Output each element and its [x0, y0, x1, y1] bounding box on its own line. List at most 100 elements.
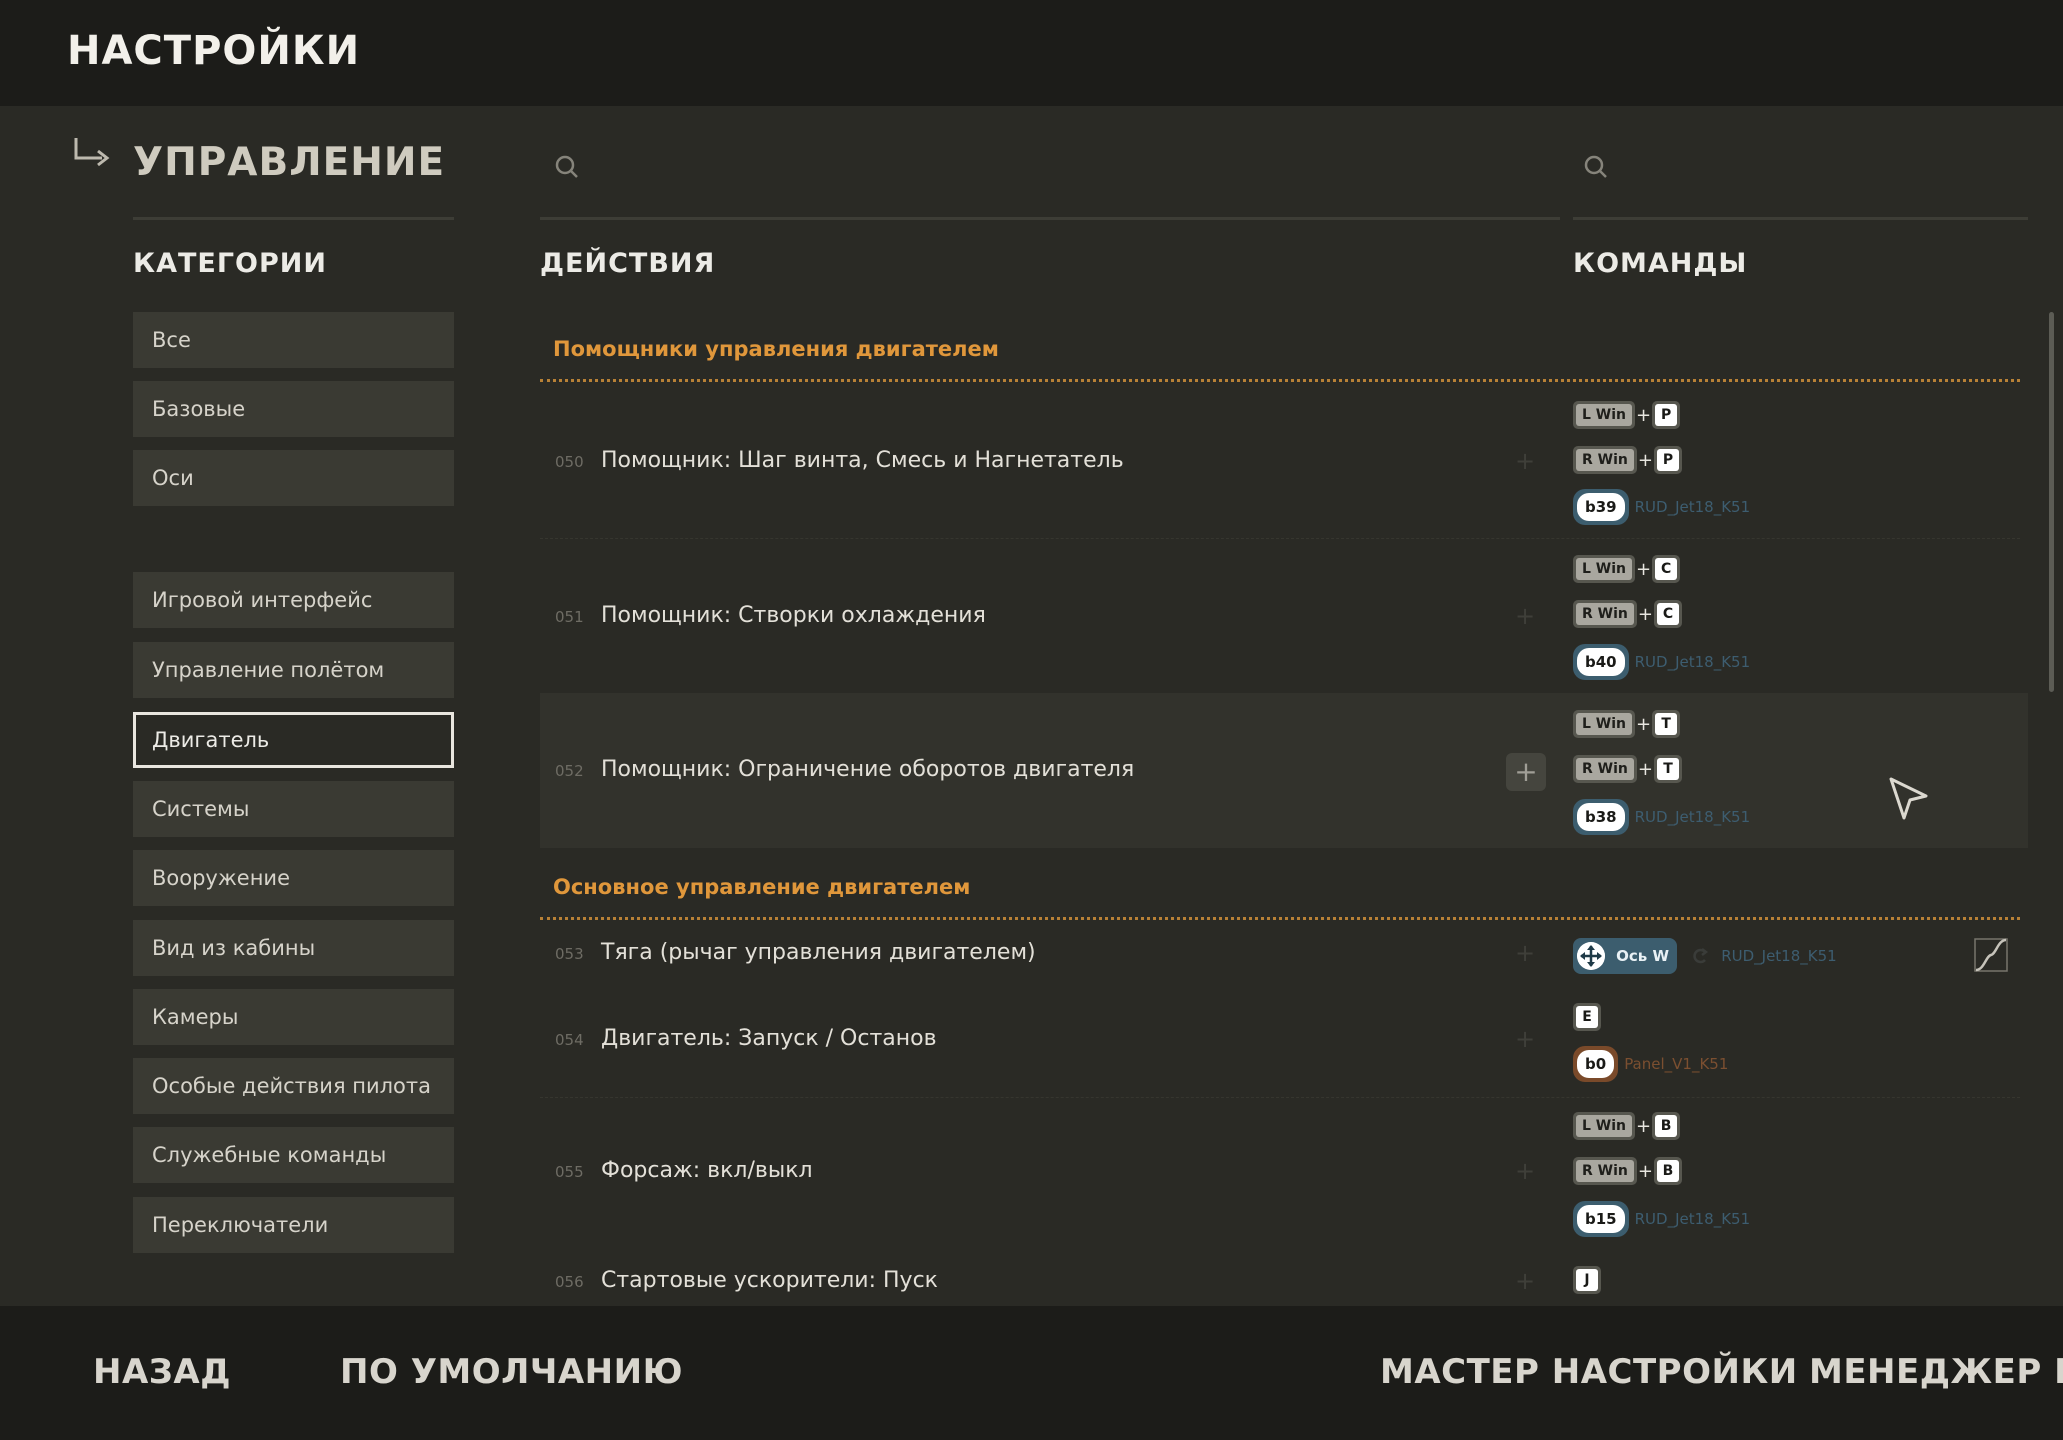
key-modifier: L Win	[1573, 1112, 1636, 1140]
category-switches[interactable]: Переключатели	[133, 1197, 454, 1253]
category-cockpit-view[interactable]: Вид из кабины	[133, 920, 454, 976]
key-plus: +	[1637, 603, 1653, 625]
setup-wizard-button[interactable]: МАСТЕР НАСТРОЙКИ	[1380, 1352, 1798, 1392]
joystick-button: b15	[1573, 1201, 1629, 1237]
subsection-arrow-icon	[74, 138, 110, 167]
action-name: Помощник: Шаг винта, Смесь и Нагнетатель	[601, 448, 1124, 473]
action-row[interactable]: 050 Помощник: Шаг винта, Смесь и Нагнета…	[555, 448, 1555, 478]
action-number: 054	[555, 1031, 584, 1049]
binding-joystick[interactable]: b0 Panel_V1_K51	[1573, 1046, 1728, 1082]
binding-joystick[interactable]: b39 RUD_Jet18_K51	[1573, 489, 1750, 525]
binding-keyboard[interactable]: L Win + T	[1573, 710, 1681, 744]
scrollbar[interactable]	[2049, 312, 2054, 692]
page-title: НАСТРОЙКИ	[67, 28, 361, 74]
commands-search-underline	[1573, 217, 2028, 220]
key: T	[1652, 710, 1681, 738]
commands-search-input[interactable]	[1619, 150, 2013, 188]
group-title-engine-main: Основное управление двигателем	[553, 875, 971, 899]
joystick-button: b40	[1573, 644, 1629, 680]
action-row[interactable]: 054 Двигатель: Запуск / Останов	[555, 1026, 1555, 1056]
binding-keyboard[interactable]: R Win + C	[1573, 600, 1682, 634]
key-modifier: R Win	[1573, 1157, 1637, 1185]
action-number: 050	[555, 453, 584, 471]
key: B	[1652, 1112, 1681, 1140]
action-row[interactable]: 052 Помощник: Ограничение оборотов двига…	[555, 757, 1555, 787]
commands-search-field[interactable]	[1573, 140, 2028, 217]
key-plus: +	[1637, 449, 1653, 471]
actions-search-input[interactable]	[590, 150, 1534, 188]
action-name: Стартовые ускорители: Пуск	[601, 1268, 938, 1293]
key-modifier: R Win	[1573, 755, 1637, 783]
binding-keyboard[interactable]: R Win + B	[1573, 1157, 1682, 1191]
key: P	[1653, 446, 1682, 474]
category-game-interface[interactable]: Игровой интерфейс	[133, 572, 454, 628]
top-bar: НАСТРОЙКИ	[0, 0, 2063, 106]
key-modifier: L Win	[1573, 710, 1636, 738]
back-button[interactable]: НАЗАД	[93, 1352, 231, 1392]
binding-keyboard[interactable]: R Win + T	[1573, 755, 1682, 789]
add-binding-button[interactable]: +	[1515, 1157, 1535, 1185]
category-engine[interactable]: Двигатель	[133, 712, 454, 768]
action-row[interactable]: 053 Тяга (рычаг управления двигателем)	[555, 940, 1555, 970]
category-axes[interactable]: Оси	[133, 450, 454, 506]
section-underline	[133, 217, 454, 220]
group-divider	[540, 379, 2020, 382]
action-number: 052	[555, 762, 584, 780]
binding-joystick[interactable]: b15 RUD_Jet18_K51	[1573, 1201, 1751, 1237]
device-name: RUD_Jet18_K51	[1634, 653, 1751, 671]
action-row[interactable]: 056 Стартовые ускорители: Пуск	[555, 1268, 1555, 1298]
reset-default-button[interactable]: ПО УМОЛЧАНИЮ	[340, 1352, 683, 1392]
binding-keyboard[interactable]: L Win + P	[1573, 401, 1681, 435]
row-separator	[540, 1097, 2020, 1098]
binding-keyboard[interactable]: L Win + C	[1573, 555, 1681, 589]
profile-manager-button[interactable]: МЕНЕДЖЕР ПР	[1809, 1352, 2063, 1392]
actions-header: ДЕЙСТВИЯ	[540, 248, 716, 279]
action-row[interactable]: 055 Форсаж: вкл/выкл	[555, 1158, 1555, 1188]
action-number: 051	[555, 608, 584, 626]
add-binding-button[interactable]: +	[1515, 1267, 1535, 1295]
category-cameras[interactable]: Камеры	[133, 989, 454, 1045]
key-modifier: R Win	[1573, 600, 1637, 628]
group-title-engine-helpers: Помощники управления двигателем	[553, 337, 999, 361]
axis-curve-icon[interactable]	[1974, 938, 2008, 972]
category-systems[interactable]: Системы	[133, 781, 454, 837]
key-modifier: R Win	[1573, 446, 1637, 474]
row-separator	[540, 538, 2020, 539]
key: T	[1653, 755, 1682, 783]
action-number: 056	[555, 1273, 584, 1291]
device-name: RUD_Jet18_K51	[1634, 808, 1751, 826]
actions-search-field[interactable]	[540, 140, 1560, 217]
action-name: Помощник: Ограничение оборотов двигателя	[601, 757, 1135, 782]
category-basic[interactable]: Базовые	[133, 381, 454, 437]
binding-keyboard[interactable]: J	[1573, 1266, 1601, 1300]
group-divider	[540, 917, 2020, 920]
key-modifier: L Win	[1573, 555, 1636, 583]
device-name: RUD_Jet18_K51	[1634, 1210, 1751, 1228]
binding-keyboard[interactable]: E	[1573, 1003, 1601, 1037]
binding-joystick[interactable]: b38 RUD_Jet18_K51	[1573, 799, 1751, 835]
binding-keyboard[interactable]: R Win + P	[1573, 446, 1682, 480]
key: C	[1652, 555, 1681, 583]
axis-invert-icon[interactable]	[1690, 946, 1710, 966]
category-weapons[interactable]: Вооружение	[133, 850, 454, 906]
category-flight-control[interactable]: Управление полётом	[133, 642, 454, 698]
category-service-commands[interactable]: Служебные команды	[133, 1127, 454, 1183]
action-row[interactable]: 051 Помощник: Створки охлаждения	[555, 603, 1555, 633]
actions-search-underline	[540, 217, 1560, 220]
add-binding-button[interactable]: +	[1515, 447, 1535, 475]
add-binding-button[interactable]: +	[1515, 939, 1535, 967]
action-name: Тяга (рычаг управления двигателем)	[601, 940, 1036, 965]
binding-axis[interactable]: Ось W RUD_Jet18_K51	[1573, 938, 1837, 974]
binding-joystick[interactable]: b40 RUD_Jet18_K51	[1573, 644, 1751, 680]
key-plus: +	[1637, 758, 1653, 780]
key: J	[1573, 1266, 1601, 1294]
category-pilot-special[interactable]: Особые действия пилота	[133, 1058, 454, 1114]
add-binding-button[interactable]: +	[1506, 753, 1546, 791]
add-binding-button[interactable]: +	[1515, 1025, 1535, 1053]
key-plus: +	[1636, 1115, 1652, 1137]
add-binding-button[interactable]: +	[1515, 602, 1535, 630]
category-all[interactable]: Все	[133, 312, 454, 368]
key-plus: +	[1637, 1160, 1653, 1182]
section-title: УПРАВЛЕНИЕ	[133, 140, 446, 185]
binding-keyboard[interactable]: L Win + B	[1573, 1112, 1681, 1146]
